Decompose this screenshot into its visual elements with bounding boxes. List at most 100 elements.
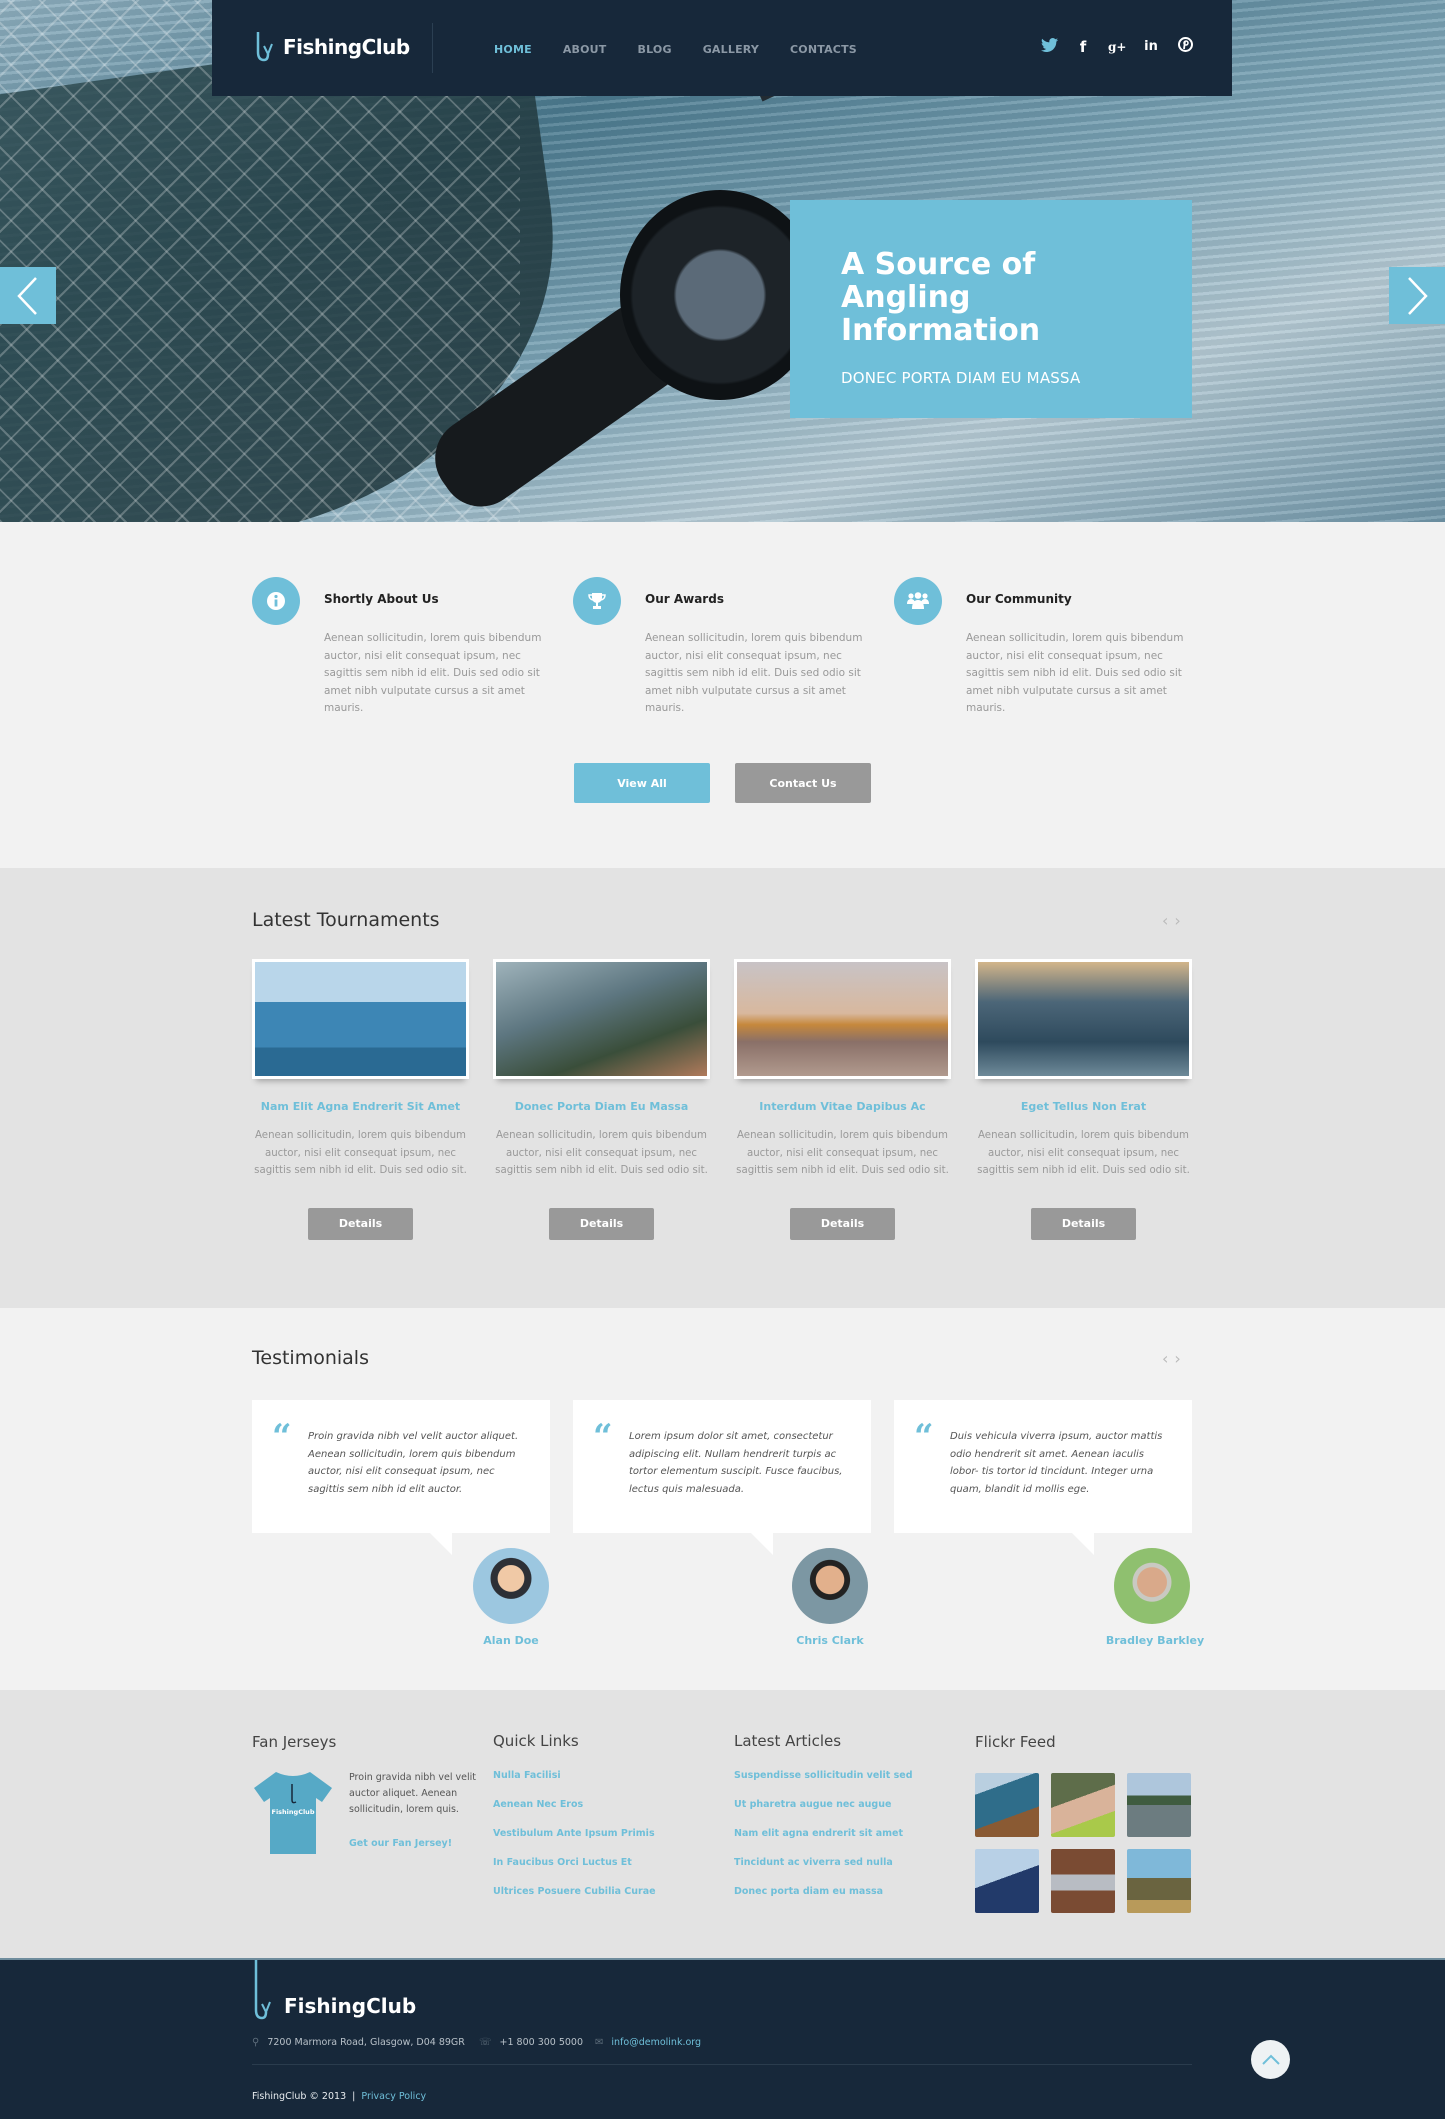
quote-icon: “ <box>272 1417 292 1457</box>
avatar <box>473 1548 549 1624</box>
details-button[interactable]: Details <box>1031 1207 1136 1240</box>
trophy-icon <box>573 577 621 625</box>
footer-logo-text: FishingClub <box>284 1994 417 2018</box>
tournament-text: Aenean sollicitudin, lorem quis bibendum… <box>495 1130 708 1176</box>
linkedin-icon[interactable]: in <box>1142 39 1160 54</box>
tournament-text: Aenean sollicitudin, lorem quis bibendum… <box>736 1130 949 1176</box>
tournaments-carousel-nav: ‹ › <box>1162 911 1181 930</box>
speech-tail <box>751 1533 773 1555</box>
flickr-thumb[interactable] <box>1127 1773 1191 1837</box>
feature-title: Shortly About Us <box>324 592 439 606</box>
tournament-image[interactable] <box>975 959 1192 1079</box>
footer-logo[interactable]: FishingClub <box>252 1960 416 2022</box>
nav-gallery[interactable]: GALLERY <box>703 43 759 56</box>
slide-title: A Source of Angling Information <box>841 247 1041 348</box>
site-header: FishingClub HOME ABOUT BLOG GALLERY CONT… <box>212 0 1232 96</box>
slider-next-button[interactable] <box>1389 267 1445 324</box>
avatar <box>792 1548 868 1624</box>
tournament-image[interactable] <box>493 959 710 1079</box>
privacy-policy-link[interactable]: Privacy Policy <box>361 2091 426 2102</box>
site-footer: FishingClub ⚲ 7200 Marmora Road, Glasgow… <box>0 1958 1445 2119</box>
jersey-image[interactable]: FishingClub <box>252 1770 334 1855</box>
flickr-thumb[interactable] <box>1127 1849 1191 1913</box>
view-all-button[interactable]: View All <box>574 763 710 803</box>
details-button[interactable]: Details <box>308 1207 413 1240</box>
jersey-text: Proin gravida nibh vel velit auctor aliq… <box>349 1772 476 1815</box>
details-button[interactable]: Details <box>790 1207 895 1240</box>
mail-icon: ✉ <box>595 2037 604 2048</box>
footer-divider <box>252 2064 1192 2065</box>
tournament-image[interactable] <box>734 959 951 1079</box>
speech-tail <box>1072 1533 1094 1555</box>
tournaments-section: Latest Tournaments ‹ › Nam Elit Agna End… <box>0 868 1445 1308</box>
nav-contacts[interactable]: CONTACTS <box>790 43 857 56</box>
separator: | <box>352 2091 356 2102</box>
quick-link[interactable]: Ultrices Posuere Cubilia Curae <box>493 1886 656 1897</box>
google-plus-icon[interactable]: g+ <box>1108 40 1126 54</box>
info-icon <box>252 577 300 625</box>
nav-blog[interactable]: BLOG <box>638 43 672 56</box>
testimonial-text: Lorem ipsum dolor sit amet, consectetur … <box>629 1431 843 1495</box>
widget-title: Latest Articles <box>734 1732 842 1750</box>
testimonial-author: Chris Clark <box>796 1634 864 1647</box>
article-link[interactable]: Suspendisse sollicitudin velit sed <box>734 1770 913 1781</box>
quick-link[interactable]: In Faucibus Orci Luctus Et <box>493 1857 632 1868</box>
pinterest-icon[interactable] <box>1176 37 1194 56</box>
slider-prev-button[interactable] <box>0 267 56 324</box>
testimonial-author: Alan Doe <box>483 1634 539 1647</box>
details-button[interactable]: Details <box>549 1207 654 1240</box>
chevron-right-icon <box>1408 276 1428 315</box>
article-link[interactable]: Nam elit agna endrerit sit amet <box>734 1828 903 1839</box>
flickr-thumb[interactable] <box>975 1773 1039 1837</box>
contact-us-button[interactable]: Contact Us <box>735 763 871 803</box>
tournament-card: Interdum Vitae Dapibus Ac Aenean sollici… <box>734 959 951 1240</box>
tournament-card: Nam Elit Agna Endrerit Sit Amet Aenean s… <box>252 959 469 1240</box>
chevron-right-icon[interactable]: › <box>1174 911 1180 930</box>
feature-text: Aenean sollicitudin, lorem quis bibendum… <box>645 632 863 714</box>
footer-address: ⚲ 7200 Marmora Road, Glasgow, D04 89GR <box>252 2037 465 2048</box>
quick-link[interactable]: Aenean Nec Eros <box>493 1799 583 1810</box>
widget-title: Flickr Feed <box>975 1733 1056 1751</box>
tournament-title[interactable]: Donec Porta Diam Eu Massa <box>493 1100 710 1113</box>
testimonial-card: “ Duis vehicula viverra ipsum, auctor ma… <box>894 1400 1192 1555</box>
tournament-card: Eget Tellus Non Erat Aenean sollicitudin… <box>975 959 1192 1240</box>
tournament-title[interactable]: Eget Tellus Non Erat <box>975 1100 1192 1113</box>
testimonial-text: Duis vehicula viverra ipsum, auctor matt… <box>950 1431 1163 1495</box>
footer-email: ✉ info@demolink.org <box>595 2037 701 2048</box>
twitter-icon[interactable] <box>1040 37 1058 56</box>
back-to-top-button[interactable] <box>1251 2040 1290 2079</box>
testimonial-author: Bradley Barkley <box>1105 1634 1205 1647</box>
map-pin-icon: ⚲ <box>252 2037 260 2048</box>
flickr-thumb[interactable] <box>975 1849 1039 1913</box>
quick-link[interactable]: Vestibulum Ante Ipsum Primis <box>493 1828 655 1839</box>
email-link[interactable]: info@demolink.org <box>611 2037 701 2048</box>
phone-text: +1 800 300 5000 <box>499 2037 584 2048</box>
footer-phone: ☏ +1 800 300 5000 <box>479 2037 583 2048</box>
flickr-thumb[interactable] <box>1051 1849 1115 1913</box>
features-section: Shortly About Us Aenean sollicitudin, lo… <box>0 522 1445 868</box>
main-nav: HOME ABOUT BLOG GALLERY CONTACTS <box>494 43 888 56</box>
flickr-thumb[interactable] <box>1051 1773 1115 1837</box>
copyright-text: FishingClub © 2013 <box>252 2091 347 2102</box>
chevron-right-icon[interactable]: › <box>1174 1349 1180 1368</box>
slide-caption: A Source of Angling Information DONEC PO… <box>790 200 1192 418</box>
nav-home[interactable]: HOME <box>494 43 532 56</box>
address-text: 7200 Marmora Road, Glasgow, D04 89GR <box>267 2037 465 2048</box>
chevron-left-icon[interactable]: ‹ <box>1162 911 1168 930</box>
tournament-text: Aenean sollicitudin, lorem quis bibendum… <box>977 1130 1190 1176</box>
fan-jersey-link[interactable]: Get our Fan Jersey! <box>349 1838 452 1849</box>
quick-link[interactable]: Nulla Facilisi <box>493 1770 561 1781</box>
testimonial-text: Proin gravida nibh vel velit auctor aliq… <box>308 1431 519 1495</box>
tournament-title[interactable]: Interdum Vitae Dapibus Ac <box>734 1100 951 1113</box>
logo[interactable]: FishingClub <box>252 30 410 64</box>
article-link[interactable]: Ut pharetra augue nec augue <box>734 1799 891 1810</box>
article-link[interactable]: Donec porta diam eu massa <box>734 1886 883 1897</box>
article-link[interactable]: Tincidunt ac viverra sed nulla <box>734 1857 893 1868</box>
tournament-title[interactable]: Nam Elit Agna Endrerit Sit Amet <box>252 1100 469 1113</box>
feature-text: Aenean sollicitudin, lorem quis bibendum… <box>324 632 542 714</box>
facebook-icon[interactable]: f <box>1074 38 1092 56</box>
chevron-left-icon[interactable]: ‹ <box>1162 1349 1168 1368</box>
tournament-image[interactable] <box>252 959 469 1079</box>
phone-icon: ☏ <box>479 2037 492 2048</box>
nav-about[interactable]: ABOUT <box>563 43 607 56</box>
